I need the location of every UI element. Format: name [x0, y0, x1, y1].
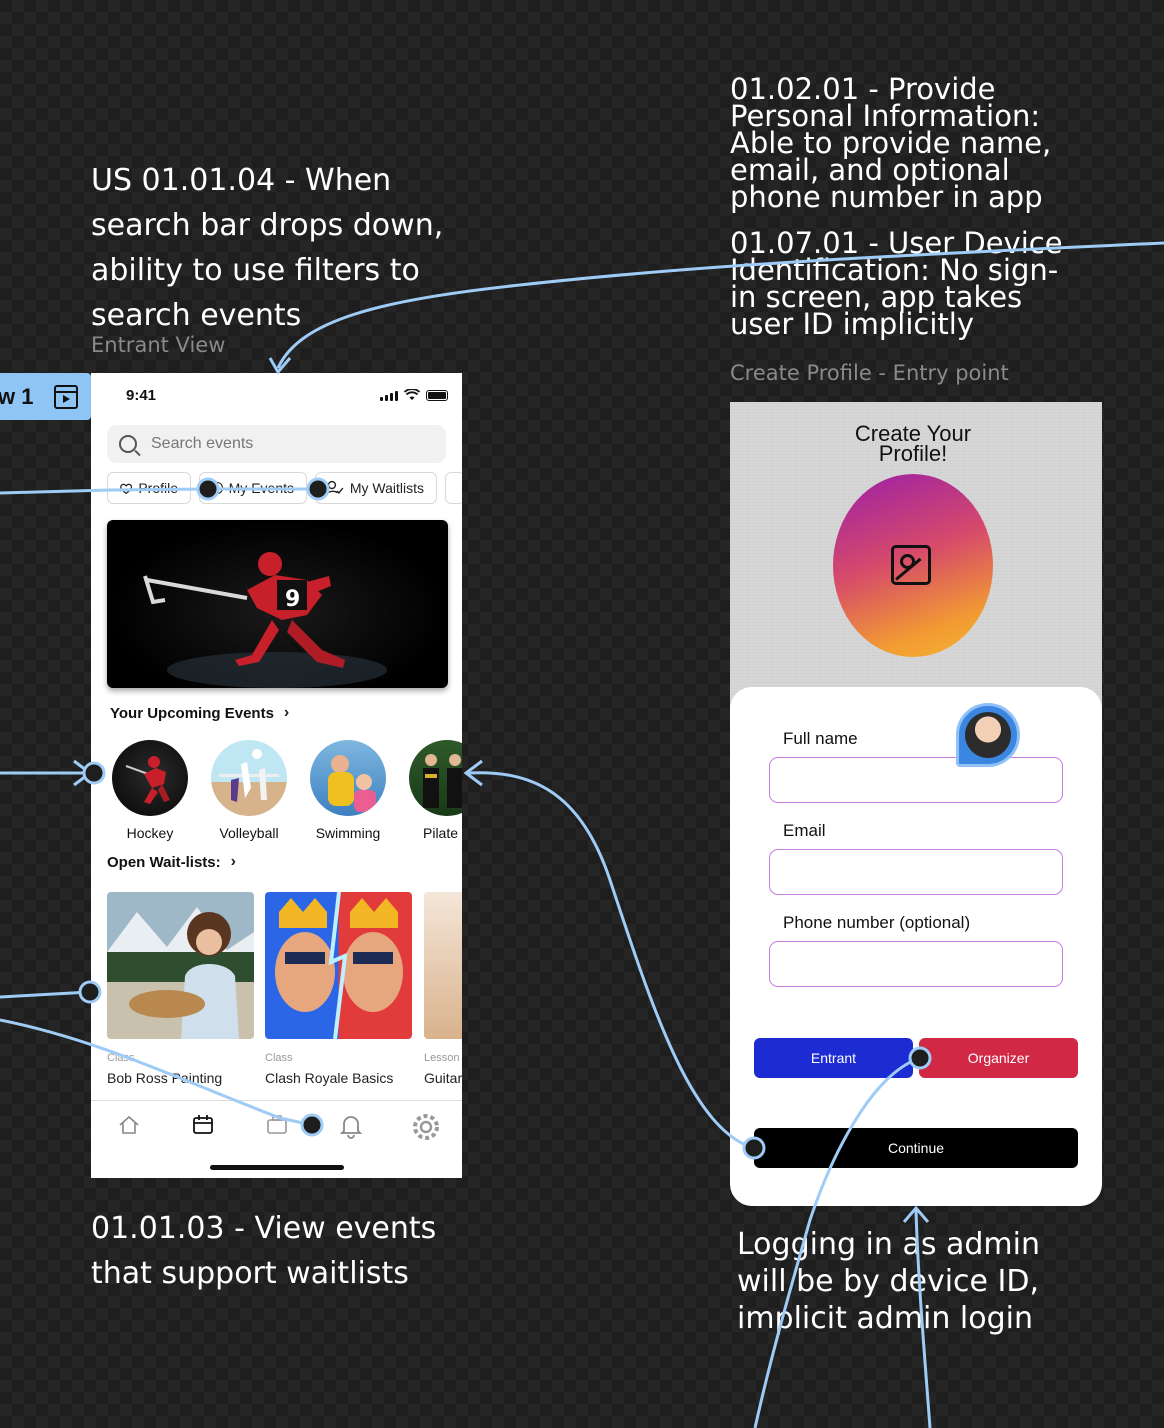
collaborator-cursor-avatar	[956, 703, 1020, 767]
search-placeholder: Search events	[151, 435, 254, 452]
svg-text:9: 9	[285, 587, 300, 612]
wire-continue-arrow	[463, 759, 483, 787]
note-view-waitlists: 01.01.03 - View events that support wait…	[91, 1211, 437, 1291]
hockey-thumb-art	[125, 756, 170, 804]
briefcase-icon[interactable]	[266, 1115, 288, 1135]
pilates-thumbnail	[409, 740, 462, 816]
frame-label-profile: Create Profile - Entry point	[730, 361, 1009, 385]
status-time: 9:41	[126, 387, 157, 404]
chip-my-events[interactable]: My Events	[199, 472, 307, 504]
bob-ross-image	[107, 892, 254, 1039]
upcoming-events-link[interactable]: Your Upcoming Events ›	[110, 704, 289, 722]
play-frame-icon[interactable]	[54, 385, 78, 409]
wire-admin-arrow	[902, 1205, 930, 1223]
phone-label: Phone number (optional)	[783, 913, 971, 932]
note-personal-info: 01.02.01 - Provide Personal Information:…	[730, 72, 1052, 214]
wire-continue	[467, 771, 755, 1150]
continue-button[interactable]: Continue	[754, 1128, 1078, 1168]
gear-icon[interactable]	[409, 1113, 443, 1141]
clash-royale-image	[265, 892, 412, 1039]
note-admin-login: Logging in as admin will be by device ID…	[737, 1227, 1040, 1336]
frame-label-entrant: Entrant View	[91, 333, 226, 357]
featured-event-image[interactable]: 9	[107, 520, 448, 688]
waitlist-card-guitar[interactable]: Lesson Guitar	[424, 892, 462, 1086]
organizer-button[interactable]: Organizer	[919, 1038, 1078, 1078]
phone-field[interactable]	[769, 941, 1063, 987]
email-field[interactable]	[769, 849, 1063, 895]
clash-royale-art	[275, 892, 403, 1039]
wire-search-arrow	[268, 357, 292, 375]
email-label: Email	[783, 821, 826, 840]
calendar-icon[interactable]	[192, 1114, 214, 1136]
upcoming-event-hockey[interactable]: Hockey	[112, 740, 195, 841]
prototype-flow-chip[interactable]: w 1	[0, 373, 91, 420]
swimming-thumb-art	[328, 755, 376, 812]
guitar-image	[424, 892, 462, 1039]
signal-icon	[380, 391, 398, 401]
chip-my-waitlists[interactable]: My Waitlists	[315, 472, 437, 504]
pilates-thumb-art	[423, 754, 462, 808]
home-icon[interactable]	[118, 1115, 140, 1135]
profile-title: Create Your Profile!	[854, 421, 972, 466]
battery-icon	[426, 390, 448, 401]
hockey-thumbnail	[112, 740, 188, 816]
upcoming-event-volleyball[interactable]: Volleyball	[211, 740, 294, 841]
chevron-right-icon: ›	[230, 853, 236, 870]
entrant-view-frame: 9:41 Search events Profile My Events My …	[91, 373, 462, 1178]
upcoming-event-pilates[interactable]: Pilate	[409, 740, 462, 841]
search-input[interactable]: Search events	[107, 425, 446, 463]
wifi-icon	[404, 389, 420, 400]
full-name-label: Full name	[783, 729, 858, 748]
profile-photo-upload[interactable]	[833, 474, 993, 657]
filter-chips: Profile My Events My Waitlists	[107, 472, 462, 504]
chip-profile[interactable]: Profile	[107, 472, 191, 504]
open-waitlists-link[interactable]: Open Wait-lists: ›	[107, 853, 236, 871]
volleyball-thumb-art	[219, 749, 279, 802]
collaborator-face	[965, 712, 1011, 758]
image-icon	[891, 545, 931, 585]
user-check-icon	[326, 480, 344, 496]
bell-icon[interactable]	[338, 1113, 364, 1139]
chevron-right-icon: ›	[283, 704, 290, 721]
wire-upcoming-arrow	[73, 759, 93, 787]
home-indicator	[210, 1165, 344, 1170]
full-name-field[interactable]	[769, 757, 1063, 803]
status-icons	[380, 389, 448, 401]
entrant-button[interactable]: Entrant	[754, 1038, 913, 1078]
events-icon	[212, 482, 223, 494]
profile-form-sheet: Full name Email Phone number (optional) …	[730, 687, 1102, 1206]
waitlist-card-bob-ross[interactable]: Class Bob Ross Painting	[107, 892, 254, 1086]
chip-more[interactable]	[445, 472, 462, 504]
search-icon	[119, 435, 137, 453]
hockey-player-illustration: 9	[143, 552, 387, 688]
waitlist-card-clash-royale[interactable]: Class Clash Royale Basics	[265, 892, 412, 1086]
note-device-id: 01.07.01 - User Device Identification: N…	[730, 226, 1063, 341]
prototype-flow-label: w 1	[0, 383, 34, 409]
bob-ross-art	[107, 907, 254, 1039]
wire-waitlists	[0, 990, 91, 999]
heart-icon	[120, 483, 133, 494]
create-profile-frame: Create Your Profile! Full name Email Pho…	[730, 402, 1102, 1206]
note-search-filters: US 01.01.04 - When search bar drops down…	[91, 163, 444, 333]
volleyball-thumbnail	[211, 740, 287, 816]
swimming-thumbnail	[310, 740, 386, 816]
upcoming-event-swimming[interactable]: Swimming	[310, 740, 393, 841]
